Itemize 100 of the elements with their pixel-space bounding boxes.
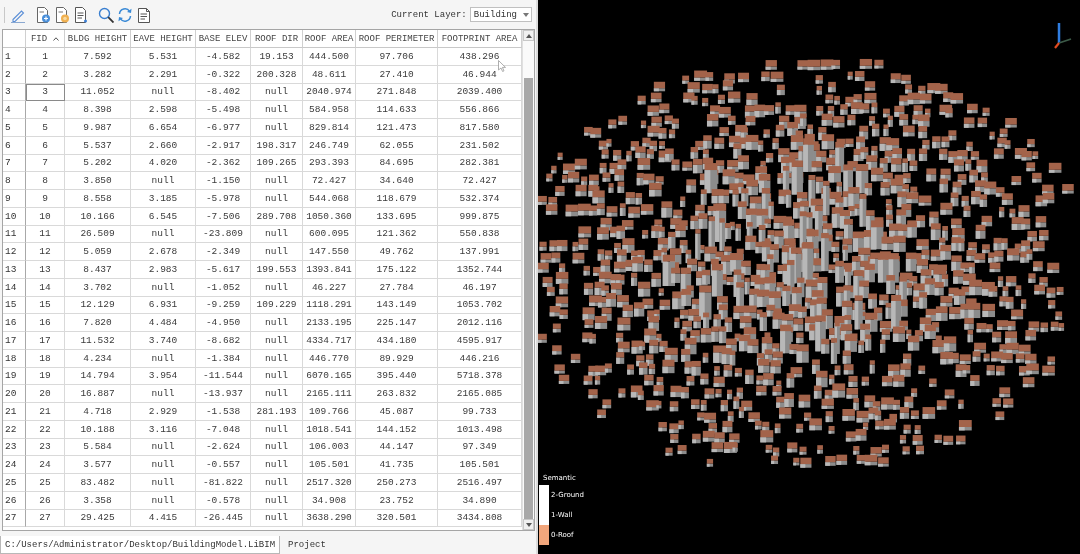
- column-header[interactable]: ROOF PERIMETER: [356, 30, 438, 48]
- table-cell: null: [251, 367, 303, 386]
- row-header[interactable]: 13: [3, 261, 26, 279]
- row-header[interactable]: 25: [3, 474, 26, 492]
- refresh-icon[interactable]: [117, 6, 133, 23]
- table-cell: 16.887: [65, 385, 131, 403]
- row-header[interactable]: 24: [3, 456, 26, 474]
- table-cell: -9.259: [196, 296, 251, 315]
- row-header[interactable]: 17: [3, 332, 26, 350]
- table-cell: 17: [26, 332, 65, 350]
- table-cell: 544.068: [303, 190, 356, 208]
- document-tab[interactable]: C:/Users/Administrator/Desktop/BuildingModel.LiBIM: [0, 536, 281, 554]
- row-header[interactable]: 27: [3, 509, 26, 528]
- row-header[interactable]: 15: [3, 296, 26, 315]
- table-cell: 16: [26, 314, 65, 332]
- table-cell: 46.197: [438, 278, 522, 297]
- mouse-pointer-icon: [498, 60, 506, 72]
- row-header[interactable]: 4: [3, 101, 26, 119]
- table-cell: -1.052: [196, 278, 251, 297]
- row-header[interactable]: 11: [3, 225, 26, 244]
- table-cell: null: [251, 456, 303, 474]
- table-cell: 2165.085: [438, 385, 522, 403]
- table-cell: 3.702: [65, 278, 131, 297]
- table-cell: 99.733: [438, 403, 522, 421]
- column-header[interactable]: EAVE HEIGHT: [131, 30, 196, 48]
- scrollbar-thumb[interactable]: [524, 78, 533, 519]
- row-header[interactable]: 18: [3, 349, 26, 368]
- table-cell: 48.611: [303, 65, 356, 84]
- table-cell: 29.425: [65, 509, 131, 528]
- table-cell: -81.822: [196, 474, 251, 492]
- column-header[interactable]: ROOF DIR: [251, 30, 303, 48]
- table-cell: 2165.111: [303, 385, 356, 403]
- table-cell: null: [251, 385, 303, 403]
- row-header[interactable]: 10: [3, 207, 26, 226]
- scroll-up-button[interactable]: [523, 30, 534, 41]
- table-cell: null: [251, 101, 303, 119]
- row-header[interactable]: 2: [3, 65, 26, 84]
- table-cell: 4.234: [65, 349, 131, 368]
- table-cell: 109.229: [251, 296, 303, 315]
- search-icon[interactable]: [98, 6, 114, 23]
- column-header[interactable]: ROOF AREA: [303, 30, 356, 48]
- table-cell: -26.445: [196, 509, 251, 528]
- row-header[interactable]: 26: [3, 491, 26, 510]
- table-cell: 97.706: [356, 48, 438, 66]
- row-header[interactable]: 14: [3, 278, 26, 297]
- row-header[interactable]: 16: [3, 314, 26, 332]
- column-header[interactable]: BLDG HEIGHT: [65, 30, 131, 48]
- row-header[interactable]: 19: [3, 367, 26, 386]
- row-header[interactable]: 23: [3, 438, 26, 457]
- row-header[interactable]: 6: [3, 136, 26, 155]
- column-header[interactable]: FID: [26, 30, 65, 48]
- table-cell: 829.814: [303, 119, 356, 137]
- table-cell: 225.147: [356, 314, 438, 332]
- row-header[interactable]: 12: [3, 243, 26, 261]
- table-cell: -13.937: [196, 385, 251, 403]
- table-cell: 49.762: [356, 243, 438, 261]
- table-cell: 5.584: [65, 438, 131, 457]
- table-cell: 6.931: [131, 296, 196, 315]
- table-cell: 27: [26, 509, 65, 528]
- document-lines-icon[interactable]: [73, 6, 89, 23]
- table-cell: 2039.400: [438, 83, 522, 102]
- table-cell: 2.598: [131, 101, 196, 119]
- column-header[interactable]: BASE ELEV: [196, 30, 251, 48]
- table-cell: -0.557: [196, 456, 251, 474]
- table-cell: 5.531: [131, 48, 196, 66]
- table-cell: -8.402: [196, 83, 251, 102]
- table-cell: 11: [26, 225, 65, 244]
- table-cell: 5.202: [65, 154, 131, 173]
- row-header[interactable]: 9: [3, 190, 26, 208]
- table-cell: 6: [26, 136, 65, 155]
- table-cell: 13: [26, 261, 65, 279]
- layer-dropdown[interactable]: Building: [469, 7, 532, 22]
- table-cell: 434.180: [356, 332, 438, 350]
- table-cell: null: [251, 190, 303, 208]
- scroll-down-button[interactable]: [523, 519, 534, 530]
- table-cell: 231.502: [438, 136, 522, 155]
- caret-down-icon: [525, 522, 532, 527]
- table-cell: 2040.974: [303, 83, 356, 102]
- row-header[interactable]: 1: [3, 48, 26, 66]
- table-cell: null: [131, 385, 196, 403]
- table-cell: 2.678: [131, 243, 196, 261]
- row-header[interactable]: 22: [3, 420, 26, 439]
- table-cell: -0.578: [196, 491, 251, 510]
- row-header[interactable]: 3: [3, 83, 26, 102]
- table-cell: 4595.917: [438, 332, 522, 350]
- document-tab[interactable]: Project: [280, 536, 334, 554]
- table-cell: -5.617: [196, 261, 251, 279]
- row-header[interactable]: 20: [3, 385, 26, 403]
- table-cell: 3.116: [131, 420, 196, 439]
- row-header[interactable]: 21: [3, 403, 26, 421]
- table-cell: 550.838: [438, 225, 522, 244]
- table-cell: 23: [26, 438, 65, 457]
- notes-icon[interactable]: [136, 6, 152, 23]
- table-cell: 5.059: [65, 243, 131, 261]
- row-header[interactable]: 5: [3, 119, 26, 137]
- row-header[interactable]: 8: [3, 172, 26, 190]
- column-header[interactable]: FOOTPRINT AREA: [438, 30, 522, 48]
- row-header[interactable]: 7: [3, 154, 26, 173]
- document-plus-icon[interactable]: [35, 6, 51, 23]
- table-cell: 199.553: [251, 261, 303, 279]
